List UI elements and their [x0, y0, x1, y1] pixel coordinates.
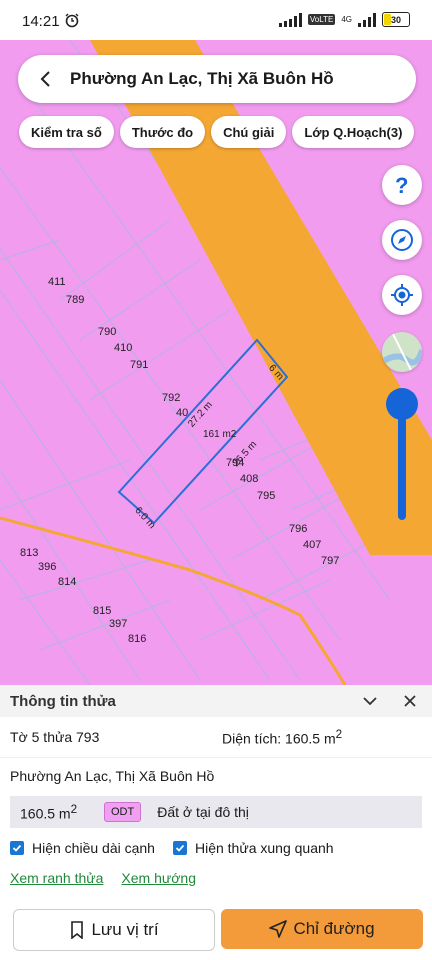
back-button[interactable] [26, 59, 66, 99]
close-icon [404, 695, 416, 707]
parcel-summary-row: Tờ 5 thửa 793 Diện tích: 160.5 m2 [0, 717, 432, 758]
show-neighbors-checkbox[interactable]: Hiện thửa xung quanh [172, 840, 334, 856]
back-arrow-icon [40, 71, 50, 87]
send-icon [269, 920, 288, 938]
parcel-area: Diện tích: 160.5 m2 [222, 727, 343, 747]
parcel-number-label: 814 [58, 576, 76, 588]
links-row: Xem ranh thửa Xem hướng [0, 866, 432, 890]
opacity-slider-knob[interactable] [386, 388, 418, 420]
land-use-area: 160.5 m2 [20, 802, 78, 822]
planning-layer-chip[interactable]: Lớp Q.Hoạch(3) [292, 116, 415, 148]
parcel-number-label: 816 [128, 633, 146, 645]
parcel-number-label: 407 [303, 539, 321, 551]
show-edge-length-checkbox[interactable]: Hiện chiều dài cạnh [10, 840, 155, 856]
checkbox-checked-icon [172, 841, 187, 855]
parcel-address: Phường An Lạc, Thị Xã Buôn Hồ [10, 768, 215, 784]
locate-icon [391, 284, 413, 306]
search-bar[interactable]: Phường An Lạc, Thị Xã Buôn Hồ [18, 55, 416, 103]
check-number-chip[interactable]: Kiểm tra số [19, 116, 114, 148]
checkbox-checked-icon [10, 841, 24, 855]
parcel-number-label: 815 [93, 605, 111, 617]
parcel-info-sheet: Thông tin thửa Tờ 5 thửa 793 Diện tích: … [0, 685, 432, 960]
view-boundary-link[interactable]: Xem ranh thửa [10, 870, 103, 886]
volte-badge: VoLTE [307, 14, 336, 25]
bookmark-icon [71, 921, 84, 939]
help-button[interactable]: ? [382, 165, 422, 205]
network-type: 4G [341, 15, 352, 24]
parcel-number-label: 411 [48, 276, 66, 288]
sheet-header: Thông tin thửa [0, 685, 432, 717]
parcel-number-label: 797 [321, 555, 339, 567]
legend-chip[interactable]: Chú giải [211, 116, 287, 148]
action-buttons: Lưu vị trí Chỉ đường [13, 909, 423, 951]
parcel-number-label: 408 [240, 473, 258, 485]
selected-area-label: 161 m2 [203, 429, 237, 440]
parcel-number-label: 791 [130, 359, 148, 371]
signal-icon-2 [358, 12, 376, 27]
collapse-button[interactable] [358, 689, 382, 713]
question-icon: ? [395, 173, 408, 197]
my-location-button[interactable] [382, 275, 422, 315]
parcel-number-label: 792 [162, 392, 180, 404]
close-button[interactable] [398, 689, 422, 713]
parcel-number-label: 397 [109, 618, 127, 630]
options-row: Hiện chiều dài cạnh Hiện thửa xung quanh [0, 830, 432, 866]
parcel-number-label: 796 [289, 523, 307, 535]
map-tools: Kiểm tra số Thước đo Chú giải Lớp Q.Hoạc… [19, 116, 415, 148]
compass-icon [391, 229, 413, 251]
basemap-thumbnail[interactable] [382, 332, 422, 372]
parcel-number-label: 410 [114, 342, 132, 354]
status-bar: 14:21 VoLTE 4G 30 [0, 0, 432, 40]
location-title: Phường An Lạc, Thị Xã Buôn Hồ [70, 69, 334, 88]
view-direction-link[interactable]: Xem hướng [121, 870, 196, 886]
parcel-number-label: 789 [66, 294, 84, 306]
chevron-down-icon [363, 697, 377, 706]
battery-icon: 30 [382, 12, 410, 27]
compass-button[interactable] [382, 220, 422, 260]
parcel-number-label: 40 [176, 407, 188, 419]
save-location-button[interactable]: Lưu vị trí [13, 909, 215, 951]
parcel-number-label: 795 [257, 490, 275, 502]
directions-button[interactable]: Chỉ đường [221, 909, 423, 949]
land-type: Đất ở tại đô thị [157, 804, 249, 820]
svg-text:?: ? [395, 173, 408, 197]
alarm-icon [65, 13, 79, 28]
parcel-number-label: 813 [20, 547, 38, 559]
map-layer-icon [382, 332, 422, 372]
signal-icon [278, 12, 302, 27]
sheet-parcel-number: Tờ 5 thửa 793 [10, 729, 100, 745]
land-code-badge: ODT [104, 802, 142, 822]
clock: 14:21 [22, 13, 60, 30]
measure-chip[interactable]: Thước đo [119, 116, 206, 148]
parcel-number-label: 790 [98, 326, 116, 338]
parcel-number-label: 396 [38, 561, 56, 573]
land-use-row: 160.5 m2 ODT Đất ở tại đô thị [10, 796, 422, 828]
sheet-title: Thông tin thửa [10, 692, 116, 710]
